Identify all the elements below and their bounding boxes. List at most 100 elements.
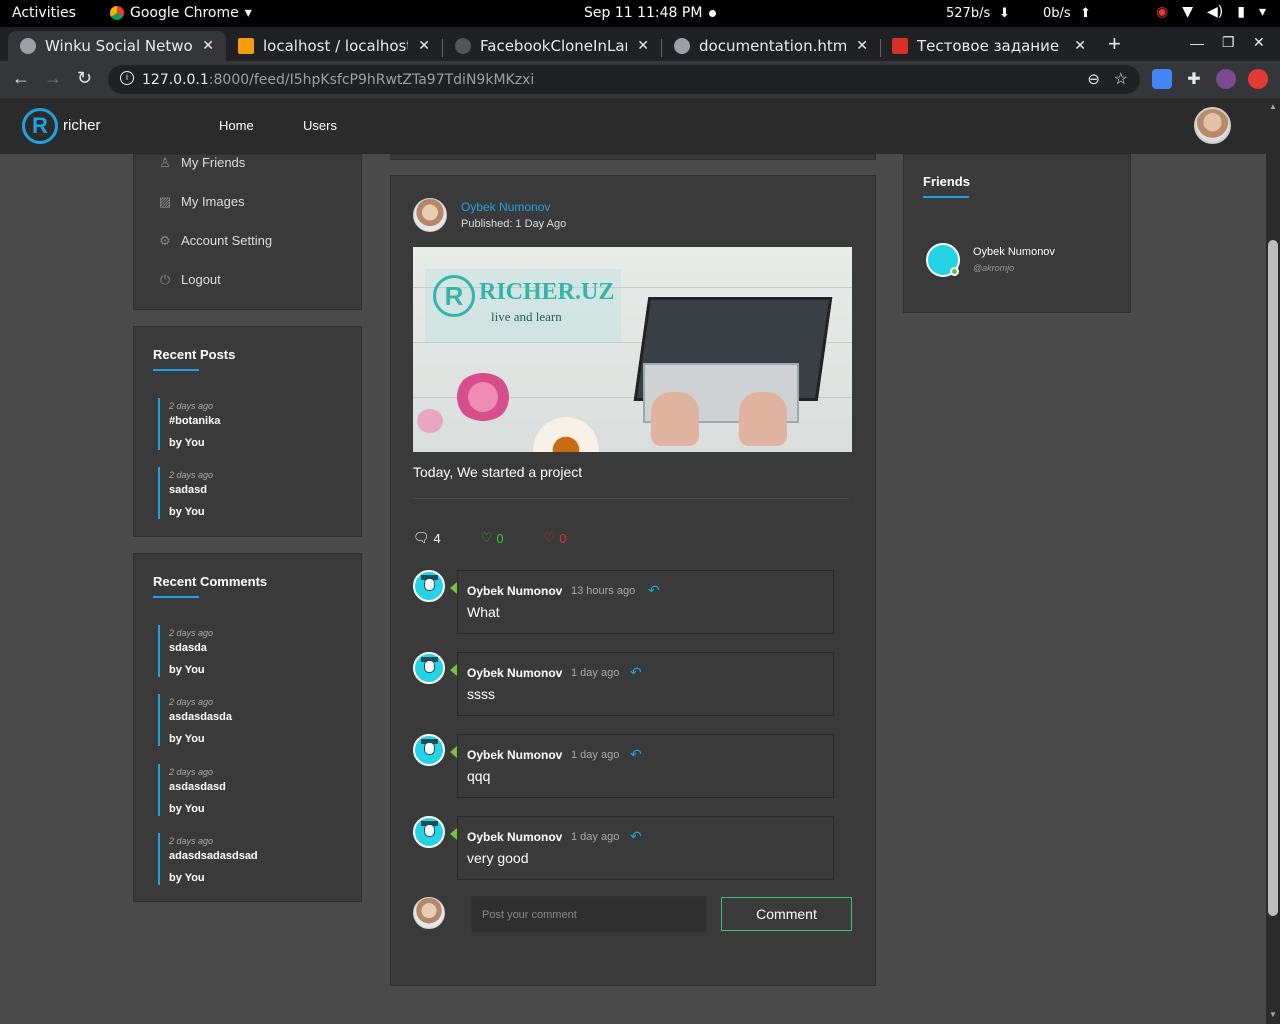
image-brand-overlay: R RICHER.UZ live and learn — [425, 269, 621, 343]
close-icon[interactable]: ✕ — [1074, 38, 1086, 54]
sidebar-item-account-setting[interactable]: ⚙ Account Setting — [158, 233, 272, 248]
item-date: 2 days ago — [169, 697, 214, 707]
tab-localhost[interactable]: localhost / localhost / l ✕ — [226, 31, 442, 61]
system-tray[interactable]: ◉ ▼ ◀) ▮ ▾ — [1156, 4, 1266, 20]
sidebar-item-logout[interactable]: ⏻ Logout — [158, 272, 221, 287]
maximize-button[interactable]: ❐ — [1222, 34, 1235, 51]
app-name: Google Chrome — [130, 5, 239, 21]
close-icon[interactable]: ✕ — [418, 38, 430, 54]
comment-box: Oybek Numonov 1 day ago ↶ ssss — [457, 652, 834, 716]
window-close-button[interactable]: ✕ — [1253, 34, 1265, 51]
nav-home[interactable]: Home — [219, 118, 254, 133]
widget-title: Friends — [923, 174, 970, 189]
friend-name[interactable]: Oybek Numonov — [973, 246, 1055, 258]
hand-icon — [651, 392, 699, 446]
item-text[interactable]: sdasda — [169, 642, 213, 654]
scroll-down-icon[interactable]: ▼ — [1269, 1010, 1277, 1019]
page-scrollbar[interactable]: ▲ ▼ — [1266, 98, 1280, 1024]
comment-author[interactable]: Oybek Numonov — [467, 748, 562, 762]
close-icon[interactable]: ✕ — [202, 38, 214, 54]
item-text[interactable]: adasdsadasdsad — [169, 850, 258, 862]
tab-gmail[interactable]: Тестовое задание для ✕ — [880, 31, 1098, 61]
app-menu[interactable]: Google Chrome ▾ — [110, 5, 252, 21]
clock[interactable]: Sep 11 11:48 PM — [584, 5, 702, 21]
chevron-down-icon: ▾ — [1258, 4, 1266, 20]
commenter-avatar[interactable] — [413, 652, 445, 684]
wifi-icon: ▼ — [1182, 4, 1194, 20]
comment-input[interactable] — [471, 896, 707, 933]
scrollbar-thumb[interactable] — [1268, 240, 1278, 916]
recent-post-item[interactable]: 2 days ago sadasd by You — [158, 467, 213, 519]
sidebar-item-my-images[interactable]: ▨ My Images — [158, 194, 245, 209]
post-text: Today, We started a project — [413, 464, 583, 480]
tab-github[interactable]: FacebookCloneInLarav ✕ — [443, 31, 661, 61]
site-logo[interactable]: R — [22, 108, 58, 144]
info-icon[interactable]: i — [120, 71, 134, 85]
url-text[interactable]: 127.0.0.1:8000/feed/I5hpKsfcP9hRwtZTa97T… — [142, 72, 534, 88]
tab-winku[interactable]: Winku Social Network ✕ — [8, 31, 226, 61]
comment-author[interactable]: Oybek Numonov — [467, 666, 562, 680]
commenter-avatar[interactable] — [413, 570, 445, 602]
item-text[interactable]: asdasdasda — [169, 711, 232, 723]
translate-extension-icon[interactable] — [1152, 69, 1172, 89]
reload-button[interactable]: ↻ — [77, 68, 92, 89]
recent-comment-item[interactable]: 2 days ago asdasdasd by You — [158, 764, 226, 816]
address-bar[interactable]: i 127.0.0.1:8000/feed/I5hpKsfcP9hRwtZTa9… — [108, 65, 1140, 94]
sidebar-menu: ♙ My Friends ▨ My Images ⚙ Account Setti… — [133, 154, 362, 310]
recent-comment-item[interactable]: 2 days ago adasdsadasdsad by You — [158, 833, 258, 885]
upload-arrow-icon: ⬆ — [1080, 6, 1091, 21]
profile-avatar-icon[interactable] — [1216, 69, 1236, 89]
item-author: by You — [169, 872, 205, 884]
close-icon[interactable]: ✕ — [637, 38, 649, 54]
item-date: 2 days ago — [169, 836, 214, 846]
item-text[interactable]: sadasd — [169, 484, 213, 496]
scroll-up-icon[interactable]: ▲ — [1269, 102, 1277, 111]
post-author-link[interactable]: Oybek Numonov — [461, 200, 550, 214]
back-button[interactable]: ← — [12, 68, 30, 89]
user-avatar[interactable] — [1194, 107, 1231, 144]
tab-documentation[interactable]: documentation.html ✕ — [662, 31, 880, 61]
minimize-button[interactable]: — — [1190, 35, 1204, 51]
tab-title: documentation.html — [699, 37, 847, 55]
url-path: :8000/feed/I5hpKsfcP9hRwtZTa97TdiN9kMKzx… — [208, 72, 535, 88]
author-avatar[interactable] — [413, 198, 447, 232]
comments-stat[interactable]: 🗨 4 — [413, 530, 441, 546]
reply-icon[interactable]: ↶ — [648, 582, 660, 599]
site-name[interactable]: richer — [63, 117, 101, 134]
reply-icon[interactable]: ↶ — [630, 828, 642, 845]
comment-author[interactable]: Oybek Numonov — [467, 584, 562, 598]
new-tab-button[interactable]: + — [1108, 31, 1121, 57]
comment-text: What — [467, 604, 500, 620]
record-icon: ◉ — [1156, 4, 1169, 20]
extension-red-icon[interactable] — [1248, 69, 1268, 89]
recent-comment-item[interactable]: 2 days ago sdasda by You — [158, 625, 213, 677]
close-icon[interactable]: ✕ — [856, 38, 868, 54]
zoom-icon[interactable]: ⊖ — [1087, 70, 1100, 88]
like-button[interactable]: ♡ 0 — [481, 530, 504, 546]
activities-button[interactable]: Activities — [12, 5, 76, 21]
dislike-button[interactable]: ♡ 0 — [544, 530, 567, 546]
reply-icon[interactable]: ↶ — [630, 664, 642, 681]
comment-submit-button[interactable]: Comment — [721, 897, 852, 931]
recent-post-item[interactable]: 2 days ago #botanika by You — [158, 398, 220, 450]
sidebar-item-my-friends[interactable]: ♙ My Friends — [158, 155, 245, 170]
comment-author[interactable]: Oybek Numonov — [467, 830, 562, 844]
item-date: 2 days ago — [169, 401, 214, 411]
item-text[interactable]: #botanika — [169, 415, 220, 427]
post-image[interactable]: R RICHER.UZ live and learn — [413, 247, 852, 452]
extensions-puzzle-icon[interactable]: ✚ — [1184, 69, 1204, 89]
commenter-avatar[interactable] — [413, 816, 445, 848]
flower-icon — [417, 409, 443, 433]
title-underline — [153, 596, 199, 598]
battery-icon: ▮ — [1237, 4, 1245, 20]
recent-comment-item[interactable]: 2 days ago asdasdasda by You — [158, 694, 232, 746]
image-icon: ▨ — [158, 193, 172, 209]
friends-widget: Friends Oybek Numonov @akromjo — [903, 154, 1131, 313]
reply-icon[interactable]: ↶ — [630, 746, 642, 763]
nav-users[interactable]: Users — [303, 118, 337, 133]
item-text[interactable]: asdasdasd — [169, 781, 226, 793]
bookmark-star-icon[interactable]: ☆ — [1114, 69, 1128, 89]
post-stats: 🗨 4 ♡ 0 ♡ 0 — [413, 530, 607, 546]
commenter-avatar[interactable] — [413, 734, 445, 766]
forward-button[interactable]: → — [44, 68, 62, 89]
